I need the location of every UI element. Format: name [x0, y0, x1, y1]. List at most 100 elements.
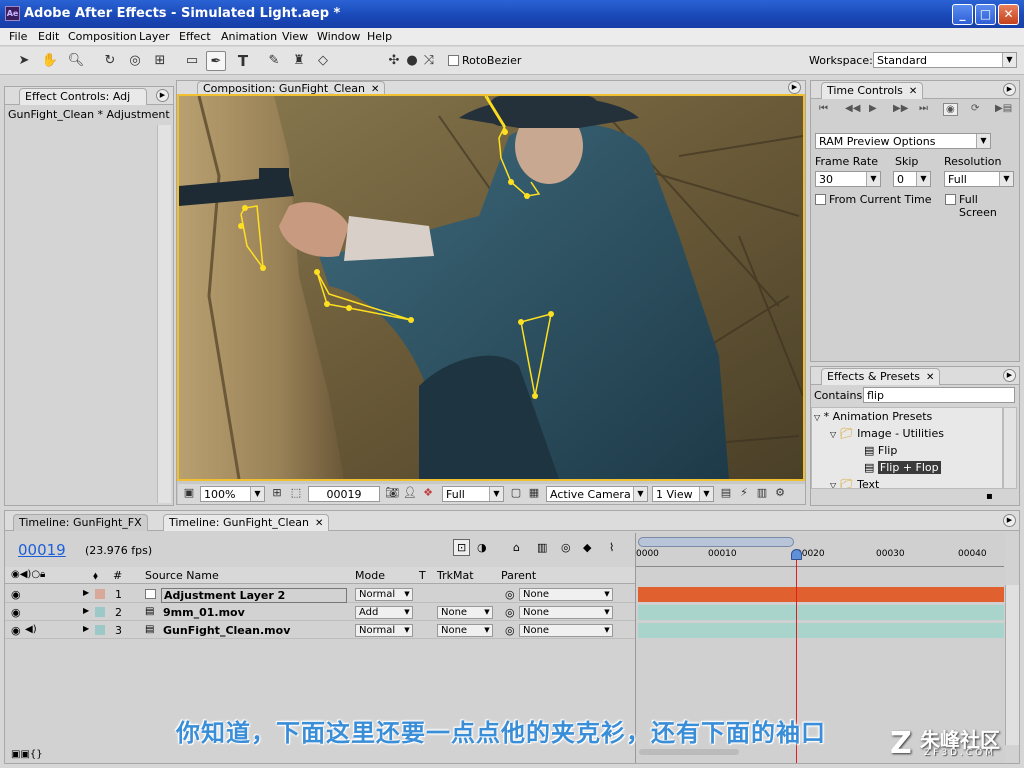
draft-3d-icon[interactable]: ⌂: [513, 541, 520, 554]
expand-icon[interactable]: ▶: [83, 606, 89, 615]
menu-help[interactable]: Help: [367, 30, 392, 43]
panel-menu-icon[interactable]: ▶: [1003, 83, 1016, 96]
camera-select[interactable]: Active Camera ▼: [546, 486, 648, 502]
table-row[interactable]: ◉ ▶ 2 ▤ 9mm_01.mov Add ▼ None ▼ ◎ None ▼: [5, 604, 635, 621]
scrollbar[interactable]: [1005, 585, 1019, 745]
tab-time-controls[interactable]: Time Controls ✕: [821, 82, 924, 99]
parent-select[interactable]: None ▼: [519, 624, 613, 637]
tree-item-flip[interactable]: ▤ Flip: [864, 444, 897, 457]
layer-name[interactable]: 9mm_01.mov: [163, 606, 245, 619]
menu-effect[interactable]: Effect: [179, 30, 211, 43]
from-current-time-checkbox[interactable]: [815, 194, 826, 205]
menu-edit[interactable]: Edit: [38, 30, 59, 43]
grid-icon[interactable]: ⊞: [269, 484, 285, 502]
menu-window[interactable]: Window: [317, 30, 360, 43]
parent-select[interactable]: None ▼: [519, 588, 613, 601]
show-snapshot-icon[interactable]: 👤︎: [402, 484, 418, 502]
mode-select[interactable]: Normal ▼: [355, 588, 413, 601]
frame-blending-icon[interactable]: ▥: [537, 541, 547, 554]
resolution-select[interactable]: Full ▼: [944, 171, 1014, 187]
brainstorm-icon[interactable]: ◆: [583, 541, 591, 554]
tree-item-flip-flop[interactable]: ▤ Flip + Flop: [864, 461, 941, 474]
text-tool-icon[interactable]: T: [233, 51, 253, 71]
menu-composition[interactable]: Composition: [68, 30, 137, 43]
tree-item-animation-presets[interactable]: ▽ * Animation Presets: [814, 410, 932, 423]
graph-editor-icon[interactable]: ⌇: [609, 541, 614, 554]
last-frame-icon[interactable]: ⏭: [919, 103, 928, 114]
time-ruler[interactable]: 0000 00010 00020 00030 00040: [636, 549, 1004, 567]
tab-composition[interactable]: Composition: GunFight_Clean ✕: [197, 81, 386, 95]
frame-rate-select[interactable]: 30 ▼: [815, 171, 881, 187]
mode-select[interactable]: Normal ▼: [355, 624, 413, 637]
audio-icon[interactable]: ◉: [943, 103, 958, 116]
menu-view[interactable]: View: [282, 30, 308, 43]
close-button[interactable]: ✕: [998, 4, 1019, 25]
panel-menu-icon[interactable]: ▶: [788, 81, 801, 94]
scrollbar[interactable]: [157, 125, 171, 503]
transparency-grid-icon[interactable]: ▦: [526, 484, 542, 502]
gunfight-layer-bar[interactable]: [638, 623, 1004, 638]
eye-icon[interactable]: ◉: [11, 606, 21, 619]
zoom-tool-icon[interactable]: 🔍︎: [66, 51, 86, 71]
table-row[interactable]: ◉ ◀) ▶ 3 ▤ GunFight_Clean.mov Normal ▼ No…: [5, 622, 635, 639]
close-icon[interactable]: ✕: [926, 372, 934, 383]
label-color-swatch[interactable]: [95, 607, 105, 617]
ram-preview-icon[interactable]: ▶▤: [995, 103, 1012, 114]
first-frame-icon[interactable]: ⏮: [819, 103, 828, 114]
previous-frame-icon[interactable]: ◀◀: [845, 103, 860, 114]
eye-icon[interactable]: ◉: [11, 624, 21, 637]
toggle-pixel-aspect-icon[interactable]: ▤: [718, 484, 734, 502]
pickwhip-icon[interactable]: ◎: [505, 588, 515, 601]
adjustment-layer-bar[interactable]: [638, 587, 1004, 602]
ram-preview-options-select[interactable]: RAM Preview Options ▼: [815, 133, 991, 149]
playhead-handle[interactable]: [791, 549, 802, 560]
close-icon[interactable]: ✕: [315, 518, 323, 529]
pickwhip-icon[interactable]: ◎: [505, 606, 515, 619]
clone-stamp-tool-icon[interactable]: ♜: [289, 51, 309, 71]
rotobezier-checkbox[interactable]: [448, 55, 459, 66]
layer-name[interactable]: GunFight_Clean.mov: [163, 624, 290, 637]
scrollbar[interactable]: [1003, 407, 1017, 489]
selection-tool-icon[interactable]: ➤: [14, 51, 34, 71]
view-axis-icon[interactable]: ⤨: [419, 51, 439, 71]
label-color-swatch[interactable]: [95, 589, 105, 599]
pan-behind-tool-icon[interactable]: ⊞: [150, 51, 170, 71]
panel-menu-icon[interactable]: ▶: [156, 89, 169, 102]
workspace-select[interactable]: Standard ▼: [873, 52, 1017, 68]
menu-animation[interactable]: Animation: [221, 30, 277, 43]
region-of-interest-icon[interactable]: ▢: [508, 484, 524, 502]
always-preview-icon[interactable]: ▣: [180, 484, 198, 502]
rotation-tool-icon[interactable]: ↻: [100, 51, 120, 71]
menu-file[interactable]: File: [9, 30, 27, 43]
expand-icon[interactable]: ▶: [83, 624, 89, 633]
pen-tool-icon[interactable]: ✒: [206, 51, 226, 71]
comp-mini-flowchart-icon[interactable]: ⊡: [453, 539, 471, 556]
9mm-layer-bar[interactable]: [638, 605, 1004, 620]
play-icon[interactable]: ▶: [869, 103, 877, 114]
trkmat-select[interactable]: None ▼: [437, 624, 493, 637]
eraser-tool-icon[interactable]: ◇: [313, 51, 333, 71]
pickwhip-icon[interactable]: ◎: [505, 624, 515, 637]
table-row[interactable]: ◉ ▶ 1 Adjustment Layer 2 Normal ▼ ◎ None ▼: [5, 586, 635, 603]
magnification-select[interactable]: 100% ▼: [200, 486, 265, 502]
maximize-button[interactable]: □: [975, 4, 996, 25]
tree-item-image-utilities[interactable]: ▽ 📁︎ Image - Utilities: [830, 427, 944, 440]
contains-search-input[interactable]: flip: [863, 387, 1015, 403]
rectangle-mask-tool-icon[interactable]: ▭: [182, 51, 202, 71]
full-screen-checkbox[interactable]: [945, 194, 956, 205]
parent-select[interactable]: None ▼: [519, 606, 613, 619]
orbit-camera-tool-icon[interactable]: ◎: [125, 51, 145, 71]
view-layout-select[interactable]: 1 View ▼: [652, 486, 714, 502]
tree-item-text[interactable]: ▽ 📁︎ Text: [830, 478, 879, 488]
tab-timeline-gunfight-fx[interactable]: Timeline: GunFight_FX: [13, 514, 148, 531]
flowchart-icon[interactable]: ⚙: [772, 484, 788, 502]
brush-tool-icon[interactable]: ✎: [264, 51, 284, 71]
fast-previews-icon[interactable]: ⚡: [736, 484, 752, 502]
loop-icon[interactable]: ⟳: [971, 103, 979, 114]
layer-name[interactable]: Adjustment Layer 2: [161, 588, 347, 603]
skip-select[interactable]: 0 ▼: [893, 171, 931, 187]
mask-visibility-icon[interactable]: ⬚: [288, 484, 304, 502]
motion-blur-icon[interactable]: ◎: [561, 541, 571, 554]
tab-effects-presets[interactable]: Effects & Presets ✕: [821, 368, 941, 385]
resolution-select[interactable]: Full ▼: [442, 486, 504, 502]
